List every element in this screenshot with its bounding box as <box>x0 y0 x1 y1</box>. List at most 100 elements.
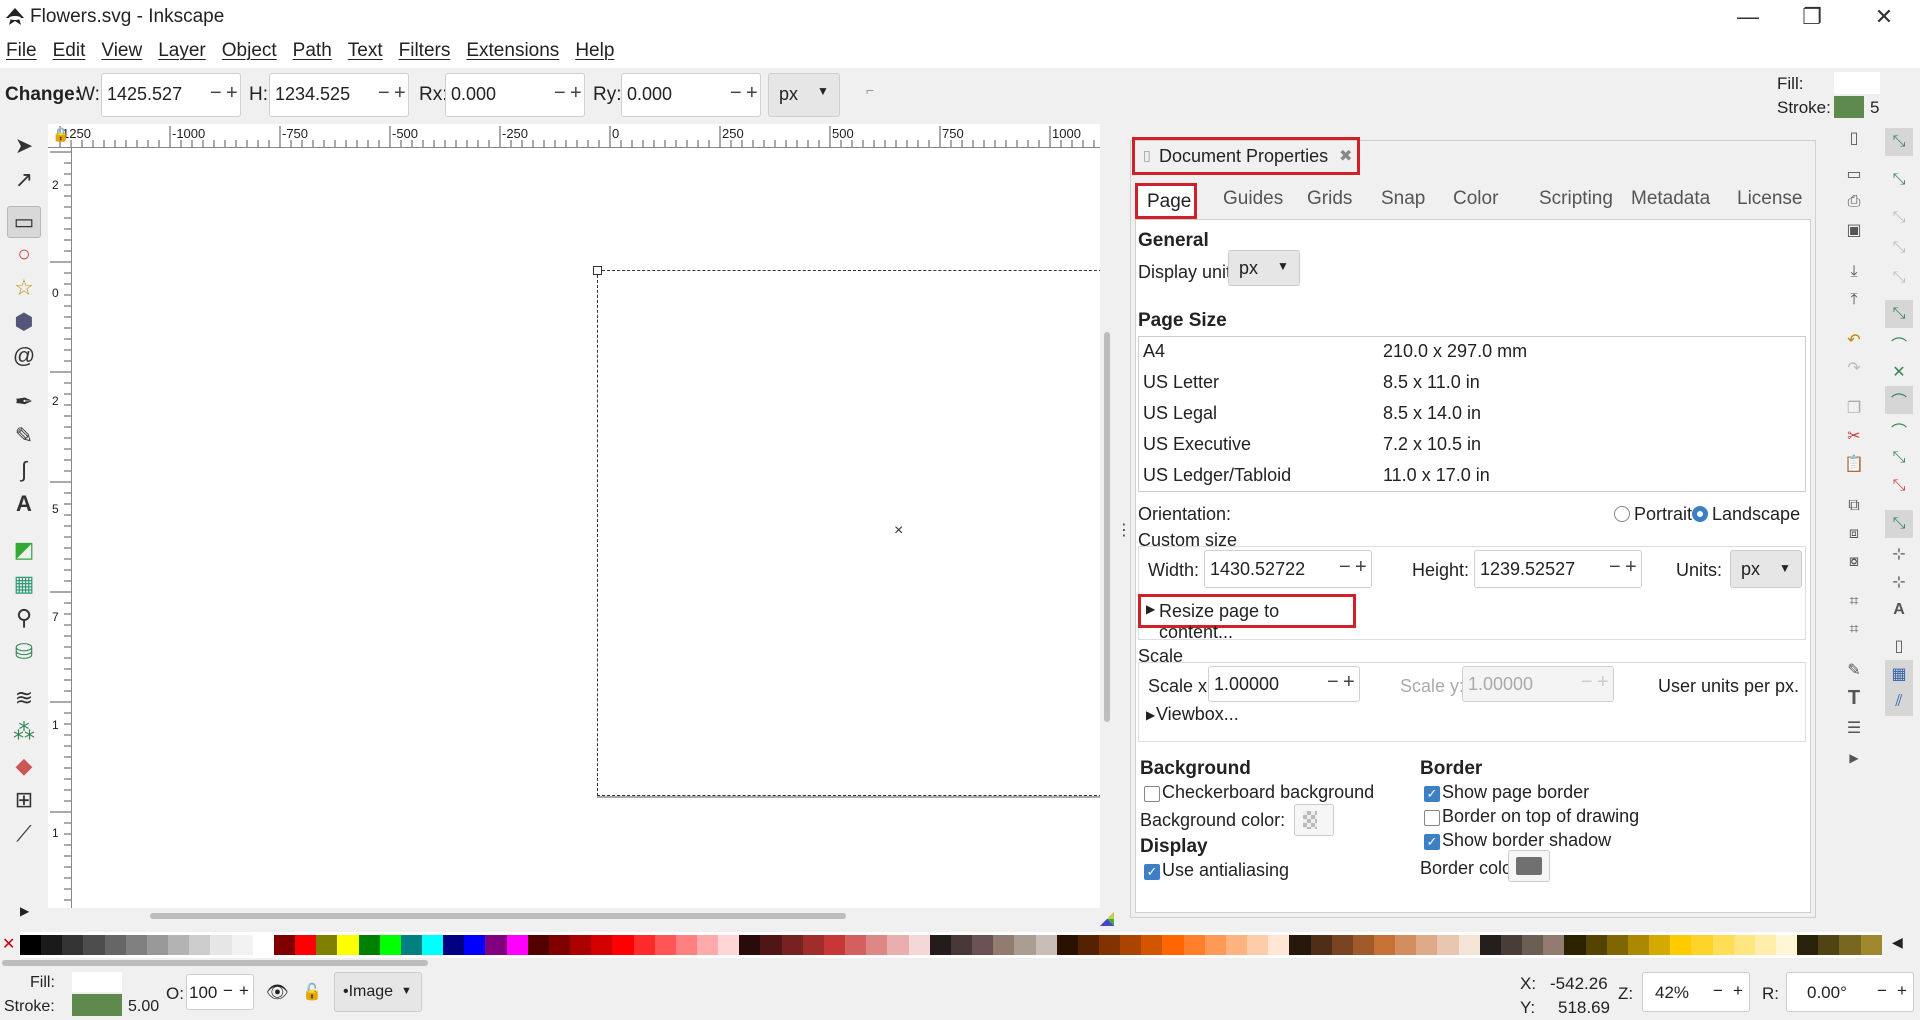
rotation-spinbox[interactable]: 0.00° − + <box>1786 972 1914 1012</box>
palette-swatch[interactable] <box>697 935 719 955</box>
node-tool-icon[interactable]: ↗ <box>7 164 41 196</box>
palette-swatch[interactable] <box>1268 935 1290 955</box>
no-paint-icon[interactable]: ✕ <box>2 934 20 956</box>
close-window-button[interactable]: ✕ <box>1856 2 1912 32</box>
snap-grid-icon[interactable]: ▦ <box>1885 660 1913 688</box>
palette-swatch[interactable] <box>887 935 909 955</box>
palette-swatch[interactable] <box>972 935 994 955</box>
palette-swatch[interactable] <box>295 935 317 955</box>
visibility-eye-icon[interactable]: 👁 <box>266 982 289 1003</box>
rotation-center-icon[interactable]: × <box>894 522 903 540</box>
checkerboard-checkbox[interactable] <box>1144 786 1160 802</box>
palette-swatch[interactable] <box>760 935 782 955</box>
palette-swatch[interactable] <box>1395 935 1417 955</box>
decrement-button[interactable]: − <box>223 981 233 1001</box>
corner-lock-icon[interactable]: ⌐ <box>866 82 874 98</box>
palette-menu-icon[interactable]: ◀ <box>1892 934 1903 951</box>
opacity-spinbox[interactable]: 100 − + <box>186 974 254 1010</box>
palette-swatch[interactable] <box>908 935 930 955</box>
palette-swatch[interactable] <box>1797 935 1819 955</box>
drawing-canvas[interactable]: × <box>72 148 1100 908</box>
eraser-tool-icon[interactable]: ◆ <box>7 750 41 782</box>
paste-icon[interactable]: 📋 <box>1840 450 1868 478</box>
increment-button[interactable]: + <box>226 82 238 105</box>
menu-path[interactable]: Path <box>293 40 332 62</box>
palette-swatch[interactable] <box>379 935 401 955</box>
palette-swatch[interactable] <box>189 935 211 955</box>
palette-swatch[interactable] <box>443 935 465 955</box>
palette-swatch[interactable] <box>273 935 296 955</box>
pencil-tool-icon[interactable]: ✎ <box>7 420 41 452</box>
list-item[interactable]: US Ledger/Tabloid 11.0 x 17.0 in <box>1143 465 1803 491</box>
layer-lock-icon[interactable]: 🔓 <box>302 982 322 1002</box>
spray-tool-icon[interactable]: ⁂ <box>7 716 41 748</box>
gradient-tool-icon[interactable]: ◩ <box>7 534 41 566</box>
palette-swatch[interactable] <box>1416 935 1438 955</box>
redo-icon[interactable]: ↷ <box>1840 354 1868 382</box>
expand-commands-icon[interactable]: ▶ <box>1840 744 1868 772</box>
palette-swatch[interactable] <box>1860 935 1882 955</box>
snap-page-border-icon[interactable]: ▯ <box>1885 632 1913 660</box>
spiral-tool-icon[interactable]: @ <box>7 340 41 372</box>
layers-icon[interactable]: ☰ <box>1840 714 1868 742</box>
snap-smooth-icon[interactable]: ⌒ <box>1885 416 1913 444</box>
palette-swatch[interactable] <box>591 935 613 955</box>
increment-button[interactable]: + <box>1897 981 1907 1001</box>
palette-swatch[interactable] <box>1733 935 1755 955</box>
palette-swatch[interactable] <box>1522 935 1544 955</box>
increment-button[interactable]: + <box>1355 556 1367 579</box>
decrement-button[interactable]: − <box>1609 556 1621 579</box>
palette-swatch[interactable] <box>400 935 422 955</box>
palette-swatch[interactable] <box>83 935 105 955</box>
resize-page-expander[interactable]: ▶ Resize page to content... <box>1138 594 1356 642</box>
palette-swatch[interactable] <box>1289 935 1311 955</box>
horizontal-scrollbar[interactable] <box>72 908 1100 924</box>
border-on-top-checkbox[interactable] <box>1424 810 1440 826</box>
palette-swatch[interactable] <box>1458 935 1480 955</box>
group-icon[interactable]: ⌗ <box>1840 588 1868 616</box>
palette-swatch[interactable] <box>1437 935 1459 955</box>
expander-arrow-icon[interactable]: ▶ <box>1146 708 1155 722</box>
increment-button[interactable]: + <box>746 82 758 105</box>
circle-tool-icon[interactable]: ○ <box>7 238 41 270</box>
status-stroke-swatch[interactable] <box>72 994 122 1016</box>
palette-swatch[interactable] <box>1162 935 1184 955</box>
antialias-checkbox[interactable]: ✓ <box>1144 864 1160 880</box>
palette-swatch[interactable] <box>1606 935 1628 955</box>
vertical-ruler[interactable]: 2 0 2 5 7 1 1 <box>48 148 72 908</box>
status-fill-swatch[interactable] <box>72 972 122 992</box>
tab-grids[interactable]: Grids <box>1307 188 1352 210</box>
palette-swatch[interactable] <box>1120 935 1142 955</box>
tab-guides[interactable]: Guides <box>1223 188 1283 210</box>
palette-scroll-thumb[interactable] <box>2 960 428 966</box>
palette-swatch[interactable] <box>866 935 888 955</box>
page-units-dropdown[interactable]: px ▼ <box>1730 550 1802 588</box>
ry-spinbox[interactable]: 0.000 − + <box>621 73 761 117</box>
snap-bbox-icon[interactable]: ⤡ <box>1885 166 1913 194</box>
clone-icon[interactable]: ⧈ <box>1840 520 1868 548</box>
color-palette[interactable] <box>20 932 1882 958</box>
snap-intersection-icon[interactable]: ✕ <box>1885 358 1913 386</box>
palette-swatch[interactable] <box>485 935 507 955</box>
palette-swatch[interactable] <box>358 935 380 955</box>
menu-view[interactable]: View <box>101 40 142 62</box>
duplicate-icon[interactable]: ⧉ <box>1840 492 1868 520</box>
palette-swatch[interactable] <box>1670 935 1692 955</box>
snap-center-icon[interactable]: ⊹ <box>1885 540 1913 568</box>
list-item[interactable]: US Letter 8.5 x 11.0 in <box>1143 372 1803 400</box>
palette-swatch[interactable] <box>168 935 190 955</box>
rect-corner-handle[interactable] <box>593 266 602 275</box>
dialog-title-tab[interactable]: ▯ Document Properties ✖ <box>1132 137 1360 175</box>
unit-dropdown[interactable]: px ▼ <box>768 73 840 117</box>
palette-swatch[interactable] <box>1564 935 1586 955</box>
list-item[interactable]: A4 210.0 x 297.0 mm <box>1143 341 1803 369</box>
snap-nodes-icon[interactable]: ⤡ <box>1885 300 1913 328</box>
palette-swatch[interactable] <box>1331 935 1353 955</box>
tweak-tool-icon[interactable]: ≋ <box>7 682 41 714</box>
decrement-button[interactable]: − <box>210 82 222 105</box>
palette-swatch[interactable] <box>104 935 126 955</box>
snap-text-baseline-icon[interactable]: A <box>1885 596 1913 624</box>
border-color-button[interactable] <box>1508 850 1550 882</box>
snap-others-icon[interactable]: ⤡ <box>1885 510 1913 538</box>
snap-midpoint-icon[interactable]: ⤡ <box>1885 444 1913 472</box>
